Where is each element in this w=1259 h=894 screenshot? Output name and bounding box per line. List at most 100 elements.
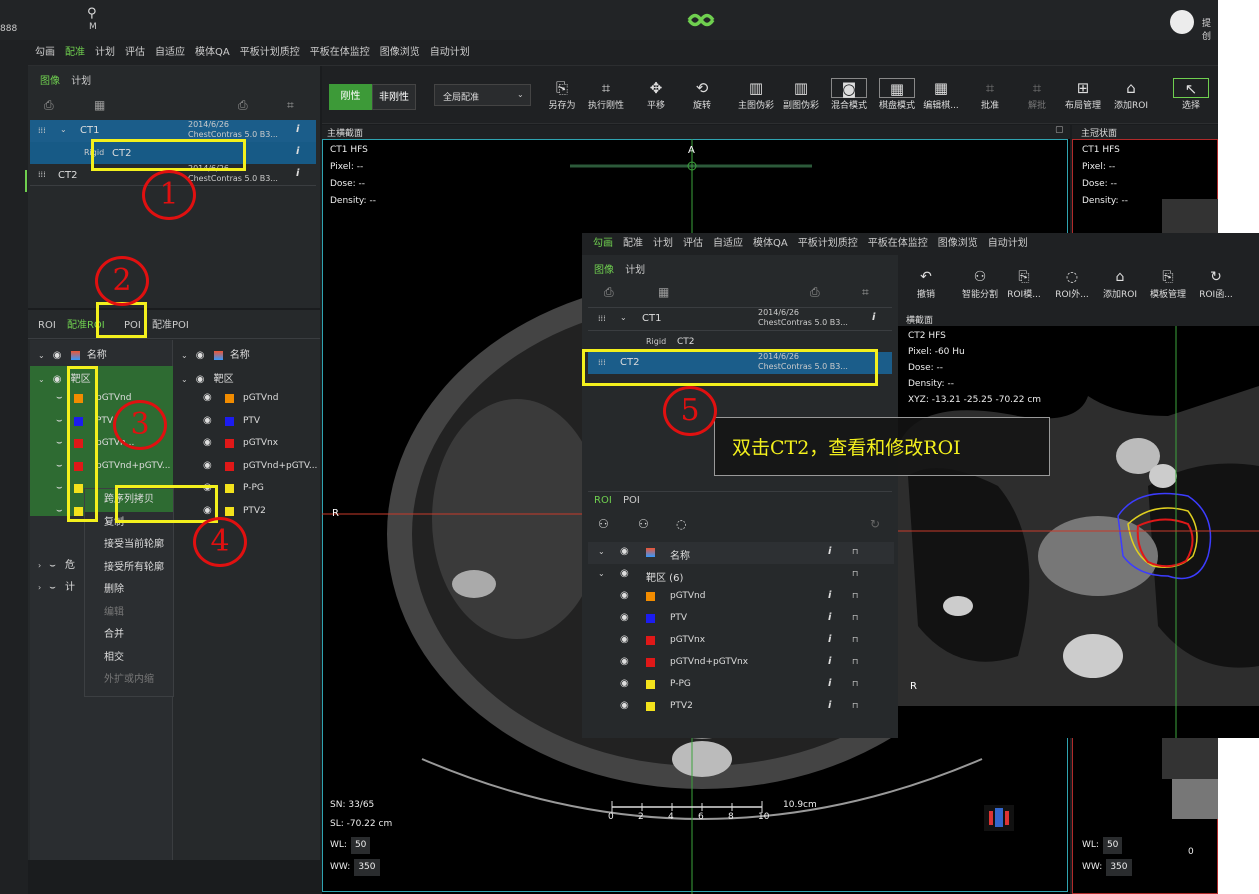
eye-closed-icon[interactable]: ⌣ xyxy=(49,582,56,593)
secondary-pseudo-color-button[interactable]: ▥ 副图伪彩 xyxy=(779,78,823,111)
grid-icon[interactable]: ▦ xyxy=(94,98,105,112)
primary-pseudo-color-button[interactable]: ▥ 主图伪彩 xyxy=(734,78,778,111)
pan-button[interactable]: ✥ 平移 xyxy=(634,78,678,111)
menu-item[interactable]: 评估 xyxy=(678,233,708,255)
window-width[interactable]: WW: 350 xyxy=(1082,859,1132,876)
list-item[interactable]: ◉ pGTVnx i ⊓ xyxy=(588,630,894,652)
list-item[interactable]: ◉ PTV i ⊓ xyxy=(588,608,894,630)
save-as-button[interactable]: ⎘ 另存为 xyxy=(540,78,584,111)
context-menu-item[interactable]: 合并 xyxy=(85,624,173,647)
overlay-axial-view[interactable]: 横截面 CT2 HFS Pixel: -60 Hu Dose: -- Density:… xyxy=(898,313,1259,738)
checkerboard-button[interactable]: ▦ 棋盘模式 xyxy=(875,78,919,111)
eye-icon[interactable]: ◉ xyxy=(620,568,629,579)
edit-checkerboard-button[interactable]: ▦ 编辑棋... xyxy=(919,78,963,111)
menu-item[interactable]: 配准 xyxy=(618,233,648,255)
window-level[interactable]: WL: 50 xyxy=(330,837,371,854)
list-item[interactable]: ◉ PTV2 i ⊓ xyxy=(588,696,894,718)
menu-item[interactable]: 勾画 xyxy=(30,40,60,66)
menu-item[interactable]: 勾画 xyxy=(588,233,618,255)
grid-icon[interactable]: ▦ xyxy=(658,285,669,299)
registration-select[interactable]: 全局配准 ⌄ xyxy=(434,84,531,106)
eye-icon[interactable]: ◉ xyxy=(620,678,629,689)
eye-closed-icon[interactable]: ⌣ xyxy=(56,460,63,471)
approve-button[interactable]: ⌗ 批准 xyxy=(968,78,1012,111)
info-icon[interactable]: i xyxy=(872,312,875,323)
user-name[interactable]: 提创 xyxy=(1202,16,1218,42)
window-level[interactable]: WL: 50 xyxy=(1082,837,1123,854)
list-item[interactable]: ◉ pGTVnd i ⊓ xyxy=(588,586,894,608)
menu-item[interactable]: 图像浏览 xyxy=(933,233,983,255)
info-icon[interactable]: i xyxy=(828,590,831,601)
collapsed-group-row[interactable]: › ⌣ 危 xyxy=(38,556,75,571)
menu-item[interactable]: 计划 xyxy=(90,40,120,66)
menu-item[interactable]: 自适应 xyxy=(708,233,748,255)
info-icon[interactable]: i xyxy=(296,168,299,179)
info-icon[interactable]: i xyxy=(828,634,831,645)
tab-roi[interactable]: ROI xyxy=(590,495,616,506)
list-item[interactable]: ⌣ pGTVnd+pGTV... xyxy=(30,456,173,478)
tab-poi[interactable]: POI xyxy=(619,495,644,506)
series-settings-icon[interactable]: ⌗ xyxy=(287,98,294,113)
info-icon[interactable]: i xyxy=(828,700,831,711)
template-manage-button[interactable]: ⎘ 模板管理 xyxy=(1142,267,1194,300)
tab-image[interactable]: 图像 xyxy=(36,72,64,87)
menu-item[interactable]: 自动计划 xyxy=(983,233,1033,255)
export-icon[interactable]: ⎙ xyxy=(238,98,248,113)
lock-icon[interactable]: ⊓ xyxy=(852,701,858,711)
lock-icon[interactable]: ⊓ xyxy=(852,635,858,645)
menu-item[interactable]: 平板计划质控 xyxy=(235,40,305,66)
series-row-ct1[interactable]: ⁞⁞⁞ ⌄ CT1 2014/6/26 ChestContras 5.0 B3.… xyxy=(588,308,892,330)
chevron-down-icon[interactable]: ⌄ xyxy=(620,313,627,323)
menu-item[interactable]: 自动计划 xyxy=(425,40,475,66)
list-item[interactable]: ◉ pGTVnx xyxy=(175,433,320,455)
eye-icon[interactable]: ◉ xyxy=(203,415,212,426)
import-icon[interactable]: ⎙ xyxy=(44,98,54,113)
eye-icon[interactable]: ◉ xyxy=(620,634,629,645)
menu-item[interactable]: 计划 xyxy=(648,233,678,255)
eye-icon[interactable]: ◉ xyxy=(203,460,212,471)
roi-template-button[interactable]: ⎘ ROI模... xyxy=(998,267,1050,300)
context-menu-item[interactable]: 接受当前轮廓 xyxy=(85,534,173,557)
menu-item[interactable]: 平板计划质控 xyxy=(793,233,863,255)
info-icon[interactable]: i xyxy=(296,146,299,157)
maximize-icon[interactable]: ▢ xyxy=(1055,125,1064,135)
overlay-group-row[interactable]: ⌄ ◉ 靶区 (6) ⊓ xyxy=(588,564,894,586)
blend-mode-button[interactable]: ◙ 混合模式 xyxy=(827,78,871,111)
eye-icon[interactable]: ◉ xyxy=(620,700,629,711)
chevron-down-icon[interactable]: ⌄ xyxy=(60,125,67,135)
list-item[interactable]: ◉ pGTVnd xyxy=(175,388,320,410)
eye-icon[interactable]: ◉ xyxy=(53,350,62,361)
add-roi-button[interactable]: ⌂ 添加ROI xyxy=(1094,267,1146,300)
rigid-button[interactable]: 刚性 xyxy=(329,84,372,110)
window-width[interactable]: WW: 350 xyxy=(330,859,380,876)
tab-reg-poi[interactable]: 配准POI xyxy=(148,316,193,331)
rotate-button[interactable]: ⟲ 旋转 xyxy=(680,78,724,111)
export-icon[interactable]: ⎙ xyxy=(810,285,820,300)
eye-icon[interactable]: ◉ xyxy=(620,590,629,601)
roi-tool-icon[interactable]: ◌ xyxy=(676,517,686,531)
roi-tool-icon[interactable]: ⚇ xyxy=(638,517,649,531)
undo-button[interactable]: ↶ 撤销 xyxy=(900,267,952,300)
eye-closed-icon[interactable]: ⌣ xyxy=(49,560,56,571)
menu-item[interactable]: 评估 xyxy=(120,40,150,66)
list-item[interactable]: ◉ pGTVnd+pGTV... xyxy=(175,456,320,478)
menu-item[interactable]: 平板在体监控 xyxy=(863,233,933,255)
menu-item[interactable]: 图像浏览 xyxy=(375,40,425,66)
eye-closed-icon[interactable]: ⌣ xyxy=(56,482,63,493)
eye-icon[interactable]: ◉ xyxy=(203,437,212,448)
menu-item[interactable]: 自适应 xyxy=(150,40,190,66)
tab-roi[interactable]: ROI xyxy=(34,320,60,331)
import-icon[interactable]: ⎙ xyxy=(604,285,614,300)
context-menu-item[interactable]: 接受所有轮廓 xyxy=(85,557,173,580)
eye-closed-icon[interactable]: ⌣ xyxy=(56,415,63,426)
execute-rigid-button[interactable]: ⌗ 执行刚性 xyxy=(584,78,628,111)
eye-icon[interactable]: ◉ xyxy=(620,612,629,623)
info-icon[interactable]: i xyxy=(296,124,299,135)
menu-item[interactable]: 平板在体监控 xyxy=(305,40,375,66)
search-icon[interactable]: ⚲ xyxy=(87,6,97,21)
tab-plan[interactable]: 计划 xyxy=(621,261,649,276)
context-menu-item[interactable]: 相交 xyxy=(85,647,173,670)
body-orientation-icon[interactable] xyxy=(984,805,1014,831)
list-item[interactable]: ◉ PTV xyxy=(175,411,320,433)
roi-function-button[interactable]: ↻ ROI函... xyxy=(1190,267,1242,300)
